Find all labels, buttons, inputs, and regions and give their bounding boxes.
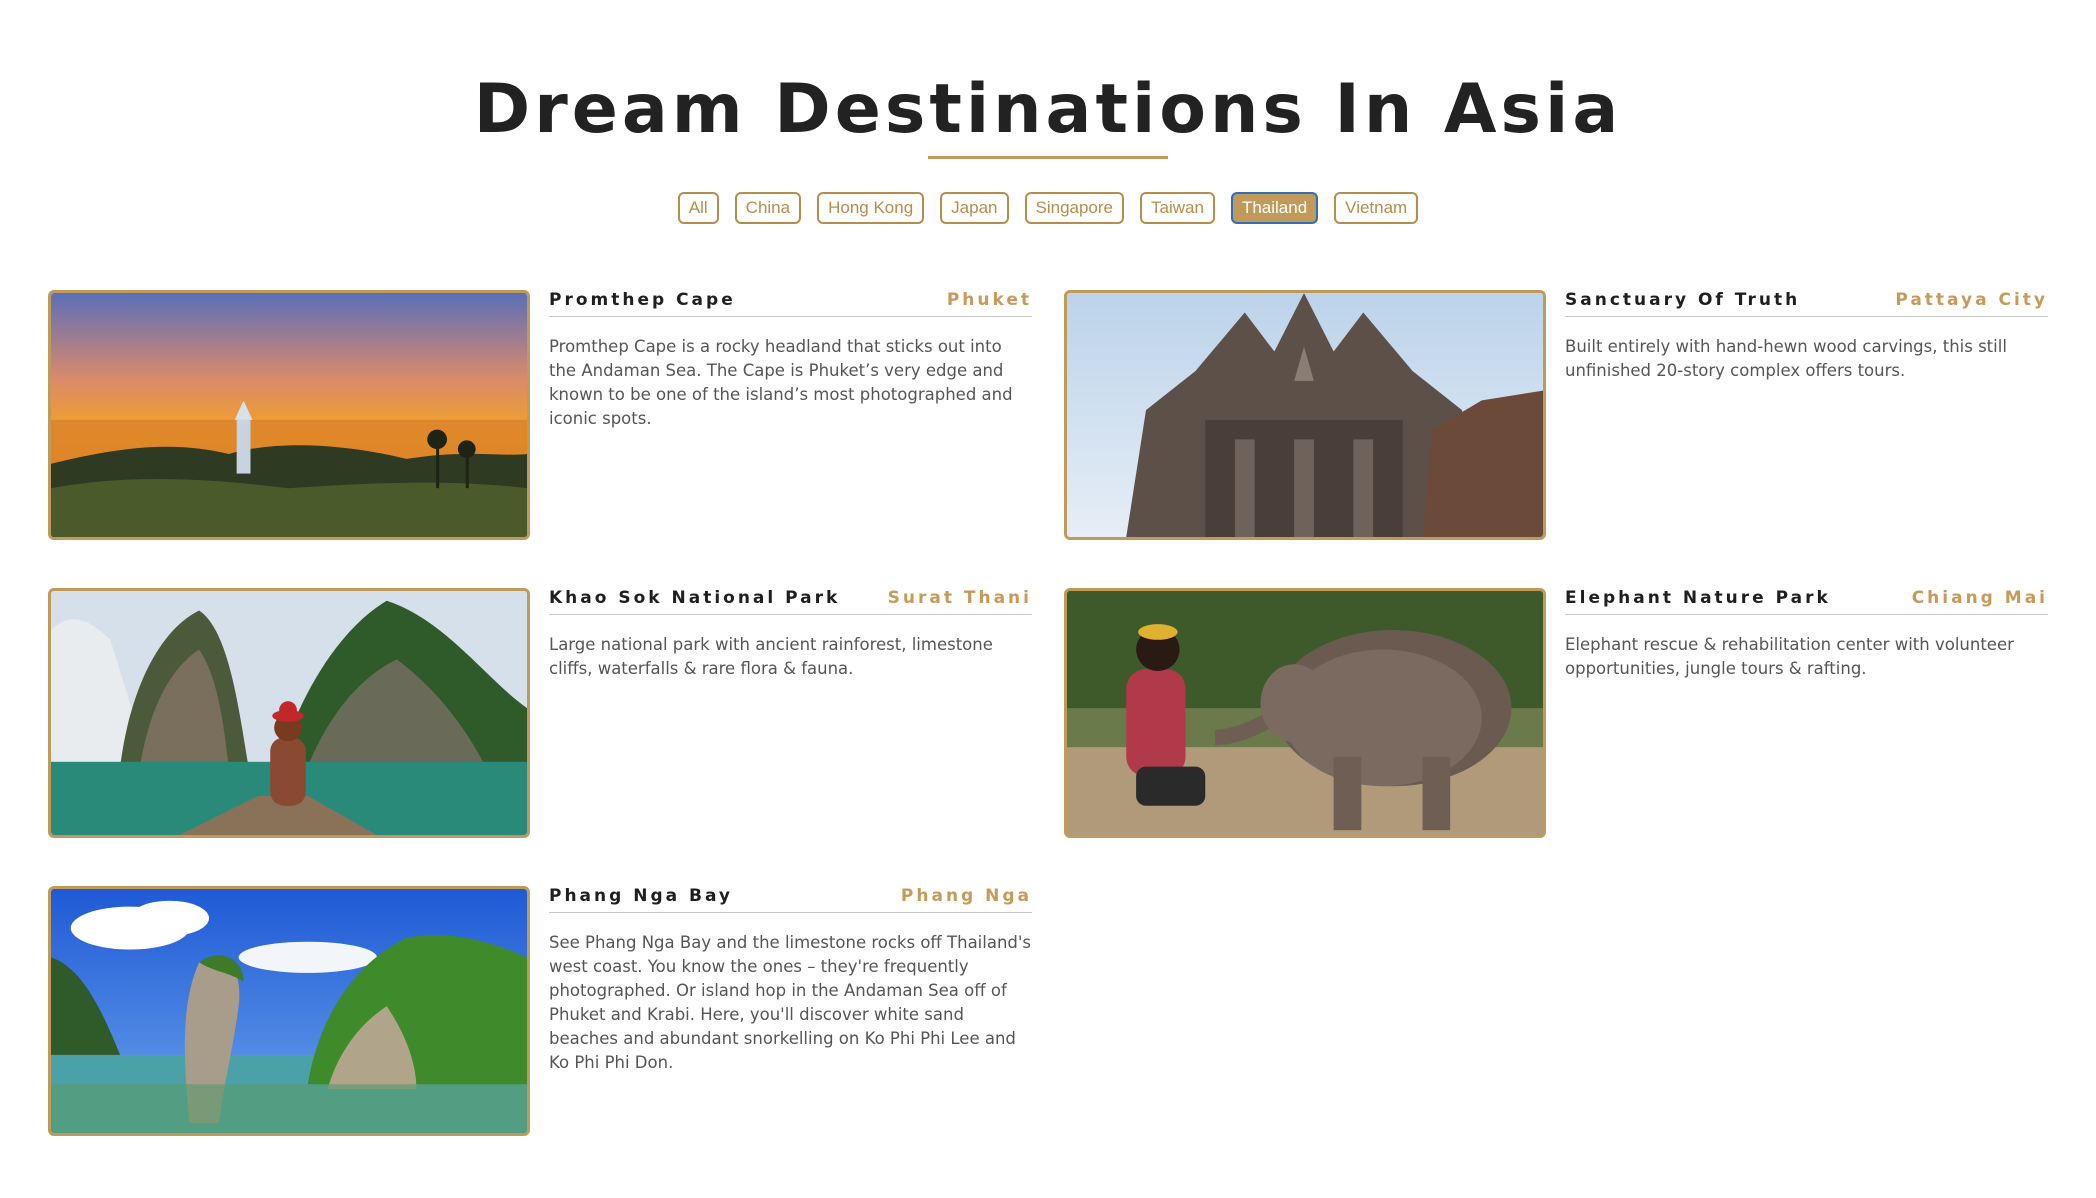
sunset-cape-photo[interactable] [48,290,530,540]
title-underline [928,156,1168,159]
destination-description: Large national park with ancient rainfor… [549,635,993,678]
filter-hong-kong-button[interactable]: Hong Kong [817,192,925,224]
filter-all-button[interactable]: All [677,192,719,224]
destination-card: Phang Nga Bay Phang Nga See Phang Nga Ba… [48,886,1048,1136]
card-header: Sanctuary Of Truth Pattaya City [1565,290,2048,317]
destination-name[interactable]: Elephant Nature Park [1565,588,1831,608]
filter-japan-button[interactable]: Japan [940,192,1009,224]
destination-description: Built entirely with hand-hewn wood carvi… [1565,337,2007,380]
page-title: Dream Destinations In Asia [473,70,1623,149]
baby-elephant-photo[interactable] [1064,588,1546,838]
destination-location: Phang Nga [900,886,1032,906]
card-header: Khao Sok National Park Surat Thani [549,588,1032,615]
filter-vietnam-button[interactable]: Vietnam [1334,192,1419,224]
destination-card: Elephant Nature Park Chiang Mai Elephant… [1064,588,2064,838]
filter-china-button[interactable]: China [734,192,802,224]
card-body: Elephant Nature Park Chiang Mai Elephant… [1565,588,2048,681]
card-body: Khao Sok National Park Surat Thani Large… [549,588,1032,681]
card-header: Promthep Cape Phuket [549,290,1032,317]
destination-location: Phuket [946,290,1032,310]
wooden-temple-photo[interactable] [1064,290,1546,540]
destination-name[interactable]: Sanctuary Of Truth [1565,290,1800,310]
destination-name[interactable]: Khao Sok National Park [549,588,840,608]
limestone-islands-bay-photo[interactable] [48,886,530,1136]
filter-thailand-button[interactable]: Thailand [1230,192,1319,224]
destination-location: Pattaya City [1895,290,2048,310]
card-header: Phang Nga Bay Phang Nga [549,886,1032,913]
destination-card: Sanctuary Of Truth Pattaya City Built en… [1064,290,2064,540]
destination-card: Khao Sok National Park Surat Thani Large… [48,588,1048,838]
lake-boat-cliffs-photo[interactable] [48,588,530,838]
destination-location: Surat Thani [887,588,1032,608]
destination-description: Promthep Cape is a rocky headland that s… [549,337,1013,428]
destination-description: See Phang Nga Bay and the limestone rock… [549,933,1032,1072]
destination-description: Elephant rescue & rehabilitation center … [1565,635,2014,678]
filter-bar: All China Hong Kong Japan Singapore Taiw… [0,192,2096,224]
card-header: Elephant Nature Park Chiang Mai [1565,588,2048,615]
destination-card: Promthep Cape Phuket Promthep Cape is a … [48,290,1048,540]
filter-singapore-button[interactable]: Singapore [1024,192,1125,224]
destination-name[interactable]: Phang Nga Bay [549,886,733,906]
card-body: Promthep Cape Phuket Promthep Cape is a … [549,290,1032,431]
destination-name[interactable]: Promthep Cape [549,290,736,310]
destination-location: Chiang Mai [1911,588,2048,608]
card-body: Phang Nga Bay Phang Nga See Phang Nga Ba… [549,886,1032,1075]
card-body: Sanctuary Of Truth Pattaya City Built en… [1565,290,2048,383]
filter-taiwan-button[interactable]: Taiwan [1140,192,1215,224]
